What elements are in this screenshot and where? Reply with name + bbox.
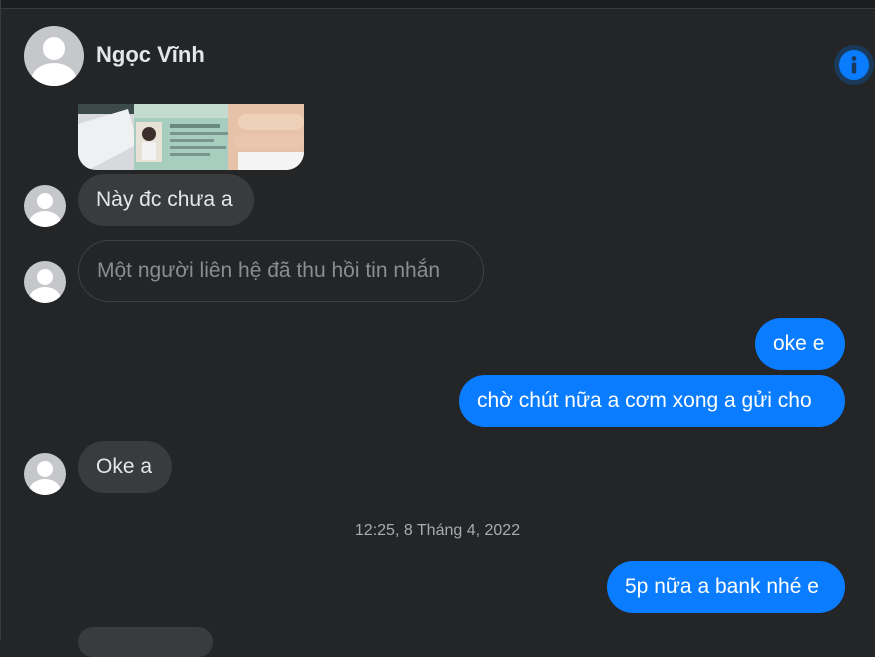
message-bubble-outgoing[interactable]: 5p nữa a bank nhé e: [607, 561, 845, 613]
message-retracted-notice[interactable]: Một người liên hệ đã thu hồi tin nhắn: [78, 240, 484, 302]
info-icon: [839, 50, 869, 80]
message-image-id-card[interactable]: [78, 104, 304, 170]
message-bubble-outgoing[interactable]: chờ chút nữa a cơm xong a gửi cho: [459, 375, 845, 427]
chat-header: Ngọc Vĩnh: [0, 9, 875, 101]
window-top-border: [0, 0, 875, 9]
message-timestamp: 12:25, 8 Tháng 4, 2022: [354, 522, 521, 539]
sender-avatar[interactable]: [24, 185, 66, 227]
message-bubble-partial[interactable]: [78, 627, 213, 657]
contact-name[interactable]: Ngọc Vĩnh: [96, 42, 205, 68]
message-bubble-incoming[interactable]: Này đc chưa a: [78, 174, 254, 226]
message-bubble-outgoing[interactable]: oke e: [755, 318, 845, 370]
info-button[interactable]: [834, 45, 874, 85]
sender-avatar[interactable]: [24, 261, 66, 303]
contact-avatar[interactable]: [24, 26, 84, 86]
message-bubble-incoming[interactable]: Oke a: [78, 441, 172, 493]
sender-avatar[interactable]: [24, 453, 66, 495]
